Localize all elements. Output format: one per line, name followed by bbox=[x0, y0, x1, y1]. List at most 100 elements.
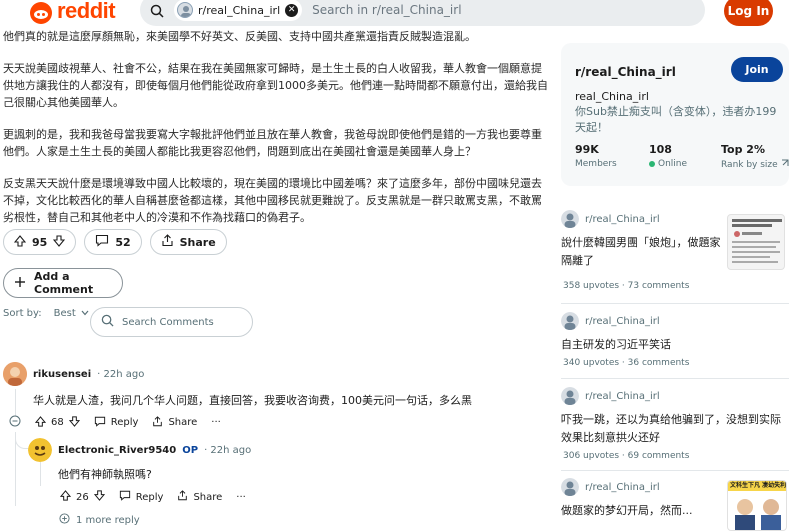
upvote-icon[interactable] bbox=[34, 415, 47, 430]
close-icon[interactable]: ✕ bbox=[285, 3, 299, 17]
upvote-icon[interactable] bbox=[59, 490, 72, 504]
related-title[interactable]: 做题家的梦幻开局，然而... bbox=[561, 502, 721, 520]
more-options-icon[interactable]: ··· bbox=[211, 417, 221, 428]
stat-members: 99K Members bbox=[575, 143, 617, 169]
reply-label: Reply bbox=[135, 491, 164, 503]
op-badge: OP bbox=[182, 444, 199, 456]
reply-button[interactable]: Reply bbox=[119, 490, 164, 504]
reddit-logo[interactable]: reddit bbox=[30, 0, 116, 26]
stat-label: Rank by size bbox=[721, 159, 778, 170]
related-thumbnail[interactable] bbox=[727, 214, 785, 270]
vote-pill: 95 bbox=[3, 229, 77, 255]
comment-author[interactable]: rikusensei bbox=[33, 369, 91, 380]
share-label: Share bbox=[179, 235, 216, 249]
share-label: Share bbox=[193, 491, 223, 503]
downvote-icon[interactable] bbox=[68, 415, 80, 430]
related-subreddit[interactable]: r/real_China_irl bbox=[585, 482, 660, 493]
community-description: 你Sub禁止痴支叫（含变体），违者办199天起！ bbox=[575, 105, 777, 134]
chip-label: r/real_China_irl bbox=[198, 3, 281, 17]
share-icon bbox=[161, 234, 174, 250]
more-options-icon[interactable]: ··· bbox=[236, 492, 246, 503]
expand-icon bbox=[59, 513, 70, 527]
downvote-icon[interactable] bbox=[93, 490, 105, 504]
vote-count: 68 bbox=[51, 417, 64, 428]
more-reply-label: 1 more reply bbox=[76, 514, 140, 526]
subreddit-avatar-icon bbox=[177, 2, 193, 18]
add-comment-button[interactable]: Add a Comment bbox=[3, 268, 123, 298]
related-subreddit[interactable]: r/real_China_irl bbox=[585, 214, 660, 225]
reddit-snoo-icon bbox=[30, 2, 52, 24]
chevron-down-icon bbox=[81, 308, 89, 319]
join-button[interactable]: Join bbox=[731, 57, 783, 82]
share-button[interactable]: Share bbox=[149, 229, 227, 255]
comment-time: · 22h ago bbox=[204, 444, 252, 456]
stat-label: Online bbox=[658, 159, 688, 169]
search-icon bbox=[150, 3, 164, 18]
related-post[interactable]: r/real_China_irl 說什麼韓國男團「娘炮」，做題家隔離了 358 … bbox=[561, 210, 789, 300]
stat-value: Top 2% bbox=[721, 143, 765, 156]
community-title: r/real_China_irl bbox=[575, 65, 676, 79]
upvote-icon[interactable] bbox=[13, 234, 27, 250]
logo-wordmark: reddit bbox=[57, 0, 116, 23]
post-actions: 95 52 Share bbox=[3, 229, 227, 255]
related-post[interactable]: r/real_China_irl 吓我一跳，还以为真给他骗到了，没想到实际效果比… bbox=[561, 387, 789, 467]
post-paragraph: 反支黑天天說什麼是環境導致中國人比較壞的，現在美國的環境比中國差嗎？來了這麼多年… bbox=[3, 177, 542, 224]
sort-value: Best bbox=[53, 308, 76, 319]
comment-time: · 22h ago bbox=[97, 368, 145, 380]
post-body: 他們真的就是這麼厚顏無恥，來美國學不好英文、反美國、支持中國共產黨還指責反賊製造… bbox=[3, 28, 551, 241]
comment-icon bbox=[94, 416, 106, 430]
search-comments-placeholder: Search Comments bbox=[122, 316, 214, 328]
reply-label: Reply bbox=[110, 417, 139, 428]
downvote-icon[interactable] bbox=[53, 234, 66, 250]
related-thumbnail[interactable]: 文科生下凡 凄幼失利 bbox=[727, 480, 787, 531]
related-title[interactable]: 說什麼韓國男團「娘炮」，做題家隔離了 bbox=[561, 234, 721, 270]
related-stats: 340 upvotes · 36 comments bbox=[563, 358, 690, 368]
external-link-icon[interactable] bbox=[781, 159, 789, 170]
comment-vote: 26 bbox=[59, 490, 105, 504]
divider bbox=[561, 470, 789, 471]
comment-vote: 68 bbox=[34, 415, 80, 430]
related-subreddit[interactable]: r/real_China_irl bbox=[585, 316, 660, 327]
share-label: Share bbox=[168, 417, 198, 428]
related-header: r/real_China_irl bbox=[561, 387, 789, 405]
sort-label: Sort by: bbox=[3, 308, 42, 319]
thread-line[interactable] bbox=[40, 462, 41, 486]
search-comments-input[interactable]: Search Comments bbox=[90, 307, 253, 337]
related-post[interactable]: r/real_China_irl 做题家的梦幻开局，然而... 文科生下凡 凄幼… bbox=[561, 478, 789, 531]
vote-count: 26 bbox=[76, 491, 89, 503]
subreddit-avatar-icon bbox=[561, 210, 579, 228]
related-subreddit[interactable]: r/real_China_irl bbox=[585, 391, 660, 402]
add-comment-label: Add a Comment bbox=[34, 270, 94, 296]
collapse-icon[interactable] bbox=[9, 415, 21, 430]
more-reply-button[interactable]: 1 more reply bbox=[59, 513, 140, 527]
search-bar[interactable]: r/real_China_irl ✕ Search in r/real_Chin… bbox=[140, 0, 705, 26]
comment-text: 他們有神師執照嗎? bbox=[58, 468, 152, 481]
login-button[interactable]: Log In bbox=[724, 0, 773, 26]
subreddit-search-chip[interactable]: r/real_China_irl ✕ bbox=[174, 0, 303, 21]
subreddit-avatar-icon bbox=[561, 387, 579, 405]
related-title[interactable]: 吓我一跳，还以为真给他骗到了，没想到实际效果比刻意拱火还好 bbox=[561, 411, 783, 447]
post-paragraph: 更諷刺的是，我和我爸母當我要寫大字報批評他們並且放在華人教會，我爸母說即使他們是… bbox=[3, 128, 542, 158]
subreddit-avatar-icon bbox=[561, 312, 579, 330]
comment-author[interactable]: Electronic_River9540 bbox=[58, 445, 176, 456]
related-post[interactable]: r/real_China_irl 自主研发的习近平笑话 340 upvotes … bbox=[561, 312, 789, 377]
related-upvotes: 306 upvotes bbox=[563, 451, 620, 461]
comments-button[interactable]: 52 bbox=[84, 229, 142, 255]
comment-text: 华人就是人渣，我问几个华人问题，直接回答，我要收咨询费，100美元问一句话，多么… bbox=[33, 394, 472, 407]
stat-label: Members bbox=[575, 159, 617, 169]
comment-icon bbox=[95, 234, 109, 250]
reply-button[interactable]: Reply bbox=[94, 416, 139, 430]
related-title[interactable]: 自主研发的习近平笑话 bbox=[561, 336, 789, 354]
avatar[interactable] bbox=[28, 438, 52, 462]
share-button[interactable]: Share bbox=[177, 490, 222, 504]
comment-actions: 68 Reply Share ··· bbox=[9, 415, 221, 430]
post-paragraph: 天天說美國歧視華人、社會不公，結果在我在美國無家可歸時，是土生土長的白人收留我，… bbox=[3, 62, 548, 109]
search-input[interactable]: Search in r/real_China_irl bbox=[312, 3, 461, 17]
search-icon bbox=[101, 314, 114, 330]
sort-dropdown[interactable]: Sort by: Best bbox=[3, 308, 89, 319]
avatar[interactable] bbox=[3, 362, 27, 386]
stat-rank: Top 2% Rank by size bbox=[721, 143, 789, 170]
related-comments: 73 comments bbox=[627, 281, 690, 291]
share-button[interactable]: Share bbox=[152, 415, 198, 430]
related-stats: 306 upvotes · 69 comments bbox=[563, 451, 690, 461]
